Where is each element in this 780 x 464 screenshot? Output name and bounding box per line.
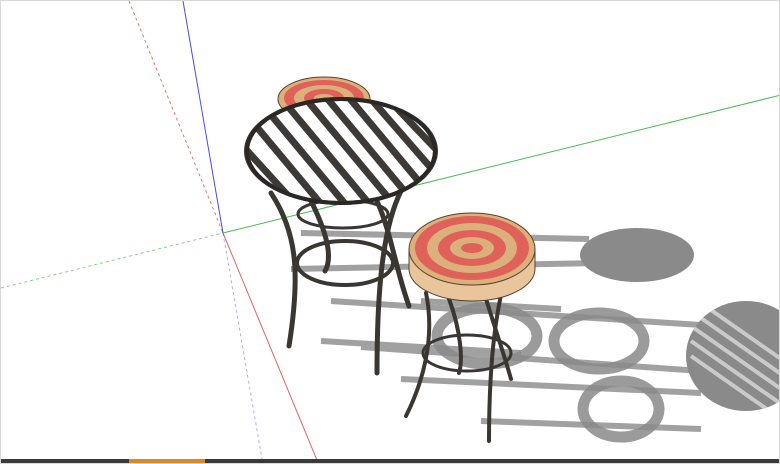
front-stool[interactable]: [404, 212, 536, 443]
table-ring: [295, 239, 395, 287]
red-axis-line: [128, 1, 224, 234]
stool-leg: [404, 291, 432, 418]
model-scene[interactable]: [1, 1, 780, 464]
front-stool-cushion: [408, 212, 536, 302]
sketchup-viewport[interactable]: [0, 0, 780, 464]
status-bar: [1, 459, 779, 463]
stool-cushion-shadow: [580, 228, 694, 282]
blue-axis-line: [182, 1, 224, 234]
green-axis-line: [1, 232, 224, 289]
status-bar-accent: [129, 459, 205, 463]
blue-axis-line: [222, 232, 264, 463]
table-top[interactable]: [211, 76, 481, 221]
